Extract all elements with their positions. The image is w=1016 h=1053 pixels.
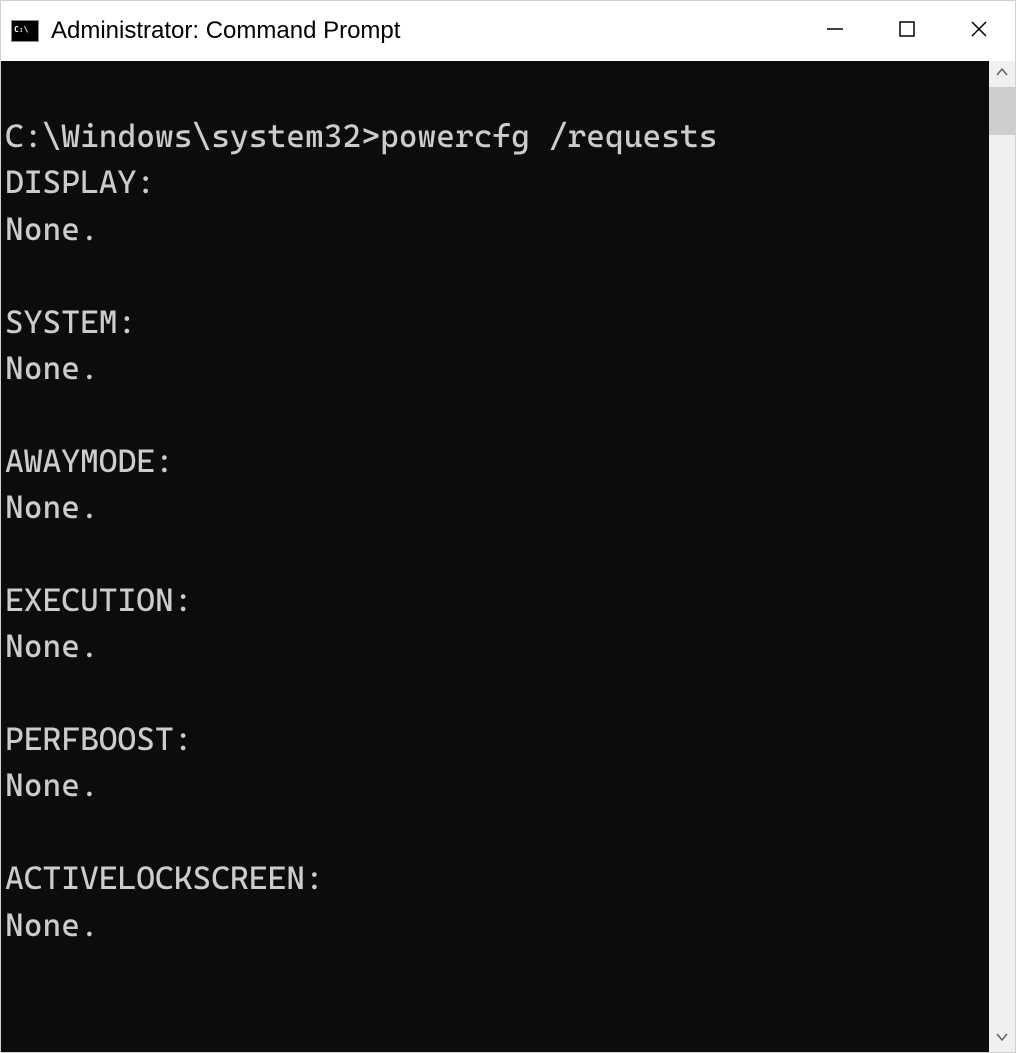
section-header: AWAYMODE:: [5, 438, 989, 484]
section-value: None.: [5, 345, 989, 391]
blank-line: [5, 809, 989, 855]
close-button[interactable]: [943, 1, 1015, 61]
vertical-scrollbar[interactable]: [989, 61, 1015, 1052]
section-value: None.: [5, 484, 989, 530]
client-area: C:\Windows\system32>powercfg /requestsDI…: [1, 61, 1015, 1052]
maximize-button[interactable]: [871, 1, 943, 61]
blank-line: [5, 391, 989, 437]
scroll-up-button[interactable]: [989, 61, 1015, 87]
section-value: None.: [5, 762, 989, 808]
section-header: PERFBOOST:: [5, 716, 989, 762]
section-value: None.: [5, 623, 989, 669]
close-icon: [969, 19, 989, 44]
blank-line: [5, 670, 989, 716]
chevron-down-icon: [995, 1030, 1009, 1049]
section-header: SYSTEM:: [5, 299, 989, 345]
minimize-button[interactable]: [799, 1, 871, 61]
prompt-line: C:\Windows\system32>powercfg /requests: [5, 113, 989, 159]
scroll-thumb[interactable]: [989, 87, 1015, 135]
window-frame: C:\ Administrator: Command Prompt: [0, 0, 1016, 1053]
cmd-app-icon: C:\: [11, 20, 39, 42]
blank-line: [5, 531, 989, 577]
scroll-track[interactable]: [989, 87, 1015, 1026]
chevron-up-icon: [995, 65, 1009, 84]
blank-line: [5, 252, 989, 298]
section-header: ACTIVELOCKSCREEN:: [5, 855, 989, 901]
window-controls: [799, 1, 1015, 61]
titlebar[interactable]: C:\ Administrator: Command Prompt: [1, 1, 1015, 61]
maximize-icon: [897, 19, 917, 44]
minimize-icon: [825, 19, 845, 44]
section-value: None.: [5, 902, 989, 948]
section-header: DISPLAY:: [5, 159, 989, 205]
terminal-output[interactable]: C:\Windows\system32>powercfg /requestsDI…: [1, 61, 989, 1052]
section-value: None.: [5, 206, 989, 252]
scroll-down-button[interactable]: [989, 1026, 1015, 1052]
window-title: Administrator: Command Prompt: [51, 17, 799, 45]
section-header: EXECUTION:: [5, 577, 989, 623]
